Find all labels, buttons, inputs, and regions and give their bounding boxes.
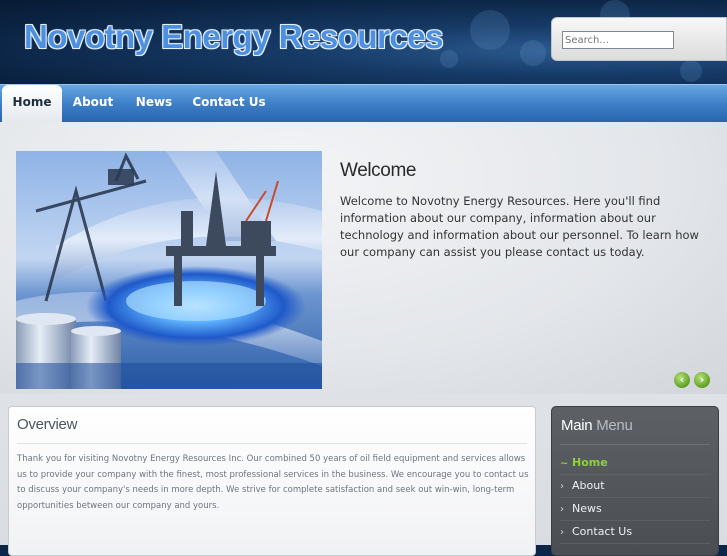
chevron-right-icon[interactable]: › [694,372,710,388]
menu-item-label: About [572,479,605,492]
current-indicator-icon: ~ [560,458,569,469]
site-title[interactable]: Novotny Energy Resources [24,18,443,56]
chevron-right-icon: › [560,527,564,538]
nav-item-contact-us[interactable]: Contact Us [190,85,268,123]
nav-item-home[interactable]: Home [2,85,62,123]
slide-image [16,151,322,389]
search-box [551,17,727,61]
overview-divider [17,443,527,444]
chevron-right-icon: › [560,504,564,515]
menu-item-about[interactable]: › About [560,475,710,498]
slide-title: Welcome [340,160,417,181]
main-menu: Main Menu ~ Home › About › News › Contact Us [551,406,719,556]
site-header: Novotny Energy Resources [0,0,727,84]
header-bokeh [680,60,702,82]
header-bokeh [470,10,510,50]
main-menu-divider [560,444,710,445]
menu-item-label: Home [572,456,608,469]
main-nav: Home About News Contact Us [0,84,727,123]
chevron-right-icon: › [560,481,564,492]
slide-text: Welcome to Novotny Energy Resources. Her… [340,194,699,259]
menu-item-label: News [572,502,602,515]
chevron-left-icon[interactable]: ‹ [674,372,690,388]
overview-text: Thank you for visiting Novotny Energy Re… [17,454,529,511]
oil-rig-collage-image [16,151,322,389]
nav-item-about[interactable]: About [66,85,120,123]
menu-item-label: Contact Us [572,525,633,538]
header-bokeh [520,40,546,66]
overview-title: Overview [17,416,78,433]
menu-item-home[interactable]: ~ Home [560,452,710,475]
nav-item-news[interactable]: News [127,85,181,123]
main-menu-title: Main Menu [561,417,633,434]
search-input[interactable] [562,31,674,49]
overview-panel: Overview Thank you for visiting Novotny … [8,406,536,556]
main-menu-title-word2: Menu [596,417,633,434]
main-menu-title-word1: Main [561,417,593,434]
menu-item-news[interactable]: › News [560,498,710,521]
menu-item-contact-us[interactable]: › Contact Us [560,521,710,544]
